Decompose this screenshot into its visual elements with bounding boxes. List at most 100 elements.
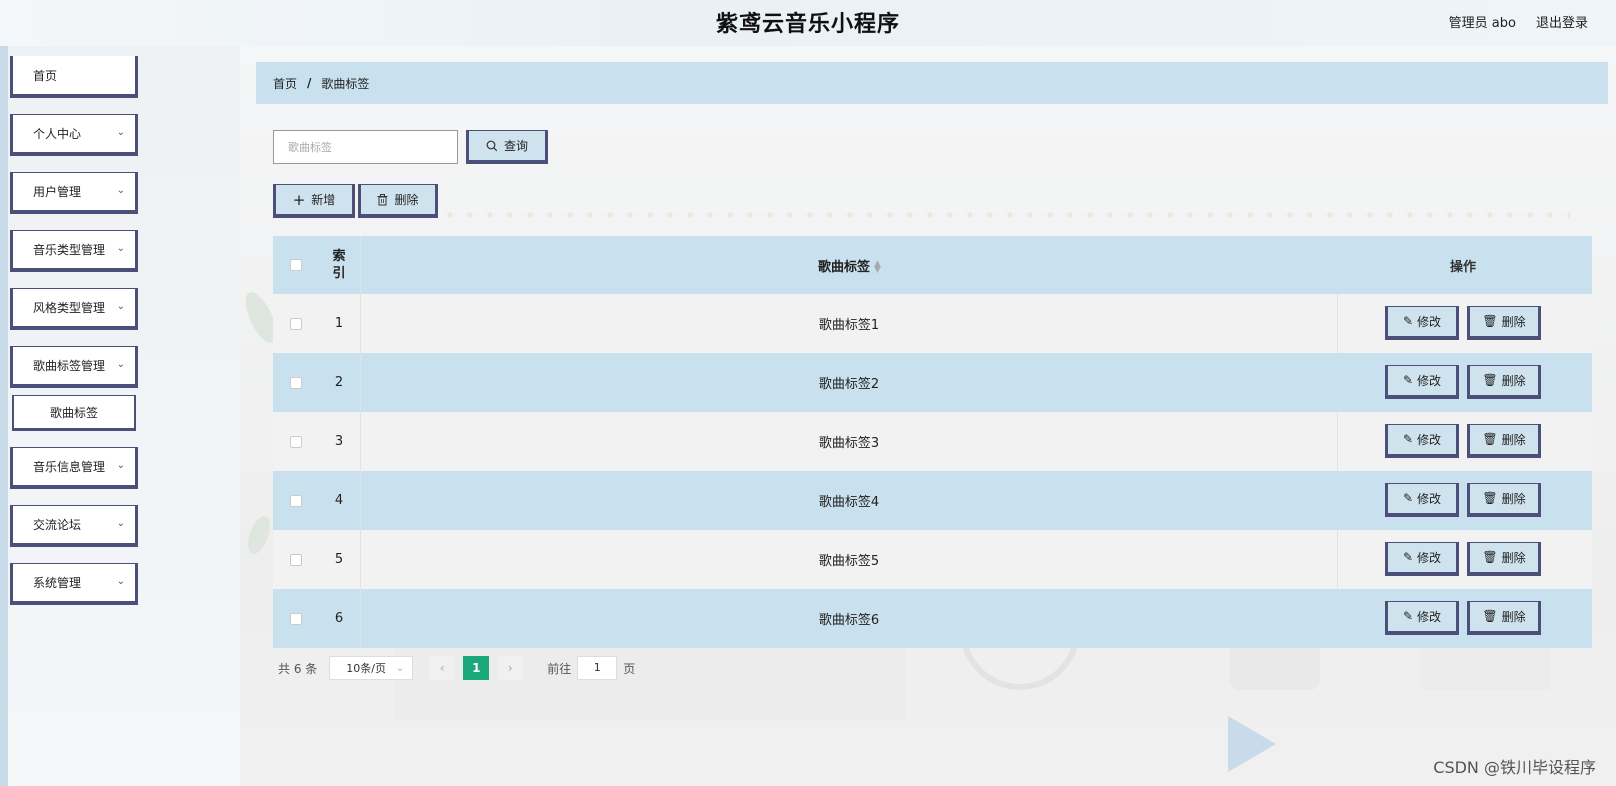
trash-icon: 🗑 [1482, 550, 1498, 564]
row-tag: 歌曲标签3 [818, 436, 880, 451]
row-tag: 歌曲标签1 [818, 318, 880, 333]
row-checkbox[interactable] [289, 612, 302, 625]
edit-button[interactable]: ✎ 修改 [1385, 305, 1459, 340]
edit-button[interactable]: ✎ 修改 [1385, 423, 1459, 458]
edit-button[interactable]: ✎ 修改 [1385, 541, 1459, 576]
row-index: 6 [334, 611, 344, 626]
app-title: 紫鸢云音乐小程序 [715, 12, 900, 37]
sort-caret-icon[interactable]: ▲ ▼ [874, 260, 881, 275]
header-tag-label: 歌曲标签 [818, 259, 871, 275]
row-tag: 歌曲标签5 [818, 554, 880, 569]
page-number-active[interactable]: 1 [463, 656, 490, 680]
sidebar-subitem-label: 歌曲标签 [49, 405, 98, 420]
breadcrumb-current: 歌曲标签 [321, 76, 370, 91]
header-tag[interactable]: 歌曲标签 ▲ ▼ [361, 256, 1338, 275]
delete-button[interactable]: 🗑 删除 [1467, 541, 1541, 576]
sidebar-item-song-tags[interactable]: 歌曲标签管理 ⌄ [10, 346, 138, 388]
chevron-down-icon: ⌄ [116, 185, 125, 196]
row-checkbox[interactable] [289, 317, 302, 330]
box-decor [395, 640, 905, 720]
delete-button[interactable]: 🗑 删除 [1467, 364, 1541, 399]
query-button[interactable]: 查询 [466, 130, 548, 164]
row-ops: ✎ 修改 🗑 删除 [1338, 600, 1592, 635]
row-checkbox[interactable] [289, 376, 302, 389]
goto-prefix: 前往 [547, 661, 572, 676]
delete-button[interactable]: 🗑 删除 [1467, 305, 1541, 340]
row-ops: ✎ 修改 🗑 删除 [1338, 541, 1592, 576]
row-index: 4 [334, 493, 344, 508]
sidebar-item-forum[interactable]: 交流论坛 ⌄ [10, 505, 138, 547]
row-tag: 歌曲标签2 [818, 377, 880, 392]
select-all-checkbox[interactable] [289, 259, 302, 271]
add-button[interactable]: + 新增 [273, 184, 355, 218]
dots-decor [440, 212, 1570, 218]
add-button-label: 新增 [311, 193, 336, 207]
page-size-select[interactable]: 10条/页 ⌄ [329, 656, 414, 680]
search-input[interactable] [273, 130, 458, 164]
chevron-down-icon: ⌄ [116, 518, 125, 529]
chevron-down-icon: ⌄ [116, 576, 125, 587]
header-user-area: 管理员 abo 退出登录 [1449, 12, 1588, 31]
query-button-label: 查询 [503, 139, 528, 153]
breadcrumb-home[interactable]: 首页 [273, 75, 297, 92]
sidebar-item-label: 歌曲标签管理 [33, 359, 106, 373]
chevron-down-icon: ⌄ [116, 127, 125, 138]
delete-label: 删除 [1501, 550, 1526, 565]
row-index: 3 [334, 434, 344, 449]
row-checkbox[interactable] [289, 494, 302, 507]
sidebar: 首页 个人中心 ⌄ 用户管理 ⌄ 音乐类型管理 ⌄ 风格类型管理 ⌄ 歌曲标签管… [10, 56, 140, 621]
table-row: 2 歌曲标签2 ✎ 修改 🗑 删除 [273, 353, 1592, 412]
delete-button[interactable]: 🗑 删除 [1467, 600, 1541, 635]
sidebar-item-style-type[interactable]: 风格类型管理 ⌄ [10, 288, 138, 330]
sidebar-item-music-type[interactable]: 音乐类型管理 ⌄ [10, 230, 138, 272]
goto-page-input[interactable]: 1 [577, 656, 618, 680]
sidebar-item-label: 风格类型管理 [33, 301, 106, 315]
pager-total: 共 6 条 [278, 661, 318, 676]
chevron-left-icon: ‹ [439, 661, 445, 675]
chevron-down-icon: ⌄ [116, 301, 125, 312]
row-tag: 歌曲标签4 [818, 495, 880, 510]
edit-icon: ✎ [1402, 314, 1414, 328]
header-checkbox-cell [273, 259, 318, 271]
sidebar-item-music-info[interactable]: 音乐信息管理 ⌄ [10, 447, 138, 489]
chevron-down-icon: ⌄ [116, 359, 125, 370]
sidebar-item-system[interactable]: 系统管理 ⌄ [10, 563, 138, 605]
sidebar-subitem-song-tag[interactable]: 歌曲标签 [12, 395, 136, 431]
batch-delete-label: 删除 [394, 193, 419, 207]
sidebar-item-label: 音乐类型管理 [33, 243, 106, 257]
edit-label: 修改 [1417, 314, 1442, 329]
batch-delete-button[interactable]: 删除 [358, 184, 438, 218]
header-index-label: 索引 [332, 249, 346, 281]
table-row: 5 歌曲标签5 ✎ 修改 🗑 删除 [273, 530, 1592, 589]
edit-label: 修改 [1417, 609, 1442, 624]
edit-icon: ✎ [1402, 432, 1414, 446]
sidebar-item-home[interactable]: 首页 [10, 56, 138, 98]
edit-label: 修改 [1417, 373, 1442, 388]
table-row: 6 歌曲标签6 ✎ 修改 🗑 删除 [273, 589, 1592, 648]
user-name[interactable]: 管理员 abo [1449, 12, 1516, 31]
delete-label: 删除 [1501, 314, 1526, 329]
sidebar-item-users[interactable]: 用户管理 ⌄ [10, 172, 138, 214]
edit-button[interactable]: ✎ 修改 [1385, 482, 1459, 517]
chevron-down-icon: ⌄ [395, 662, 405, 674]
delete-button[interactable]: 🗑 删除 [1467, 482, 1541, 517]
delete-label: 删除 [1501, 491, 1526, 506]
next-page-button[interactable]: › [497, 656, 524, 680]
delete-button[interactable]: 🗑 删除 [1467, 423, 1541, 458]
pagination: 共 6 条 10条/页 ⌄ ‹ 1 › 前往 1 页 [278, 656, 635, 680]
header-ops-label: 操作 [1449, 259, 1476, 275]
row-checkbox-cell [273, 435, 318, 448]
row-checkbox[interactable] [289, 553, 302, 566]
row-checkbox[interactable] [289, 435, 302, 448]
sidebar-item-profile[interactable]: 个人中心 ⌄ [10, 114, 138, 156]
edit-label: 修改 [1417, 550, 1442, 565]
edit-icon: ✎ [1402, 491, 1414, 505]
prev-page-button[interactable]: ‹ [429, 656, 456, 680]
edit-button[interactable]: ✎ 修改 [1385, 364, 1459, 399]
table-row: 3 歌曲标签3 ✎ 修改 🗑 删除 [273, 412, 1592, 471]
row-checkbox-cell [273, 494, 318, 507]
edit-button[interactable]: ✎ 修改 [1385, 600, 1459, 635]
logout-link[interactable]: 退出登录 [1536, 12, 1588, 31]
row-checkbox-cell [273, 612, 318, 625]
chevron-down-icon: ⌄ [116, 460, 125, 471]
